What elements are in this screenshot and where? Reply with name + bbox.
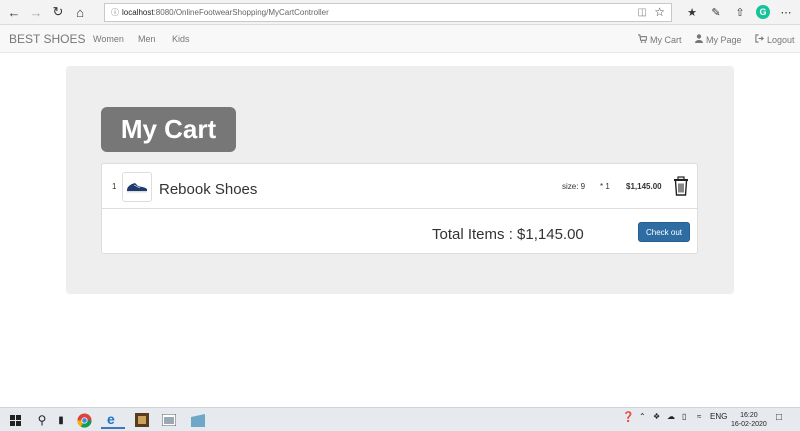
back-icon[interactable]: ← — [3, 1, 25, 23]
brand-link[interactable]: BEST SHOES — [9, 32, 85, 46]
svg-text:e: e — [107, 412, 115, 426]
cart-icon — [638, 34, 648, 45]
onedrive-icon[interactable]: ☁ — [667, 412, 675, 421]
more-icon[interactable]: ⋯ — [778, 3, 794, 21]
site-navbar: BEST SHOES Women Men Kids My Cart My Pag… — [0, 25, 800, 53]
edge-icon[interactable]: e — [101, 411, 125, 429]
item-size: size: 9 — [562, 182, 586, 191]
grammarly-icon[interactable]: G — [756, 5, 770, 19]
reading-view-icon[interactable]: ◫ — [638, 7, 647, 18]
pen-icon[interactable]: ✎ — [708, 3, 724, 21]
url-path: :8080/OnlineFootwearShopping/MyCartContr… — [153, 8, 329, 17]
checkout-button[interactable]: Check out — [638, 222, 690, 242]
shoe-icon — [127, 183, 147, 193]
cart-total: Total Items : $1,145.00 — [432, 226, 584, 243]
nav-my-page-label: My Page — [706, 34, 742, 45]
item-index: 1 — [112, 182, 117, 191]
user-icon — [695, 34, 703, 45]
clock-time: 16:20 — [740, 412, 758, 419]
nav-my-cart-label: My Cart — [650, 34, 682, 45]
row-divider — [102, 208, 697, 209]
chrome-icon[interactable] — [73, 411, 95, 429]
notifications-icon[interactable]: □ — [776, 412, 782, 423]
window-app-icon[interactable] — [158, 411, 180, 429]
dropbox-icon[interactable]: ❖ — [653, 412, 660, 421]
browser-actions: ★ ✎ ⇧ G ⋯ — [684, 3, 794, 21]
clock[interactable]: 16:20 16-02-2020 — [731, 411, 767, 429]
page-title: My Cart — [101, 107, 236, 152]
nav-men[interactable]: Men — [138, 34, 156, 44]
home-icon[interactable]: ⌂ — [69, 1, 91, 23]
cart-panel: 1 Rebook Shoes size: 9 * 1 $1,145.00 Tot… — [101, 163, 698, 254]
nav-logout[interactable]: Logout — [755, 34, 795, 45]
nav-logout-label: Logout — [767, 34, 795, 45]
item-price: $1,145.00 — [626, 182, 662, 191]
search-icon[interactable]: ⚲ — [33, 411, 51, 429]
wifi-icon[interactable]: ≈ — [697, 412, 701, 421]
favorite-star-icon[interactable]: ☆ — [654, 5, 665, 19]
trash-icon[interactable] — [672, 176, 690, 196]
battery-icon[interactable]: ▯ — [682, 412, 686, 421]
clock-date: 16-02-2020 — [731, 421, 767, 428]
refresh-icon[interactable]: ↻ — [47, 1, 69, 23]
language-indicator[interactable]: ENG — [710, 412, 727, 421]
item-quantity: * 1 — [600, 182, 610, 191]
windows-taskbar: ⚲ ▮ e ❓ ⌃ ❖ ☁ ▯ ≈ ENG 16:20 16-02-2020 □ — [0, 407, 800, 431]
item-name: Rebook Shoes — [159, 181, 258, 198]
favorites-hub-icon[interactable]: ★ — [684, 3, 700, 21]
nav-women[interactable]: Women — [93, 34, 124, 44]
product-thumbnail — [122, 172, 152, 202]
nav-kids[interactable]: Kids — [172, 34, 190, 44]
store-app-icon[interactable] — [187, 411, 209, 429]
share-icon[interactable]: ⇧ — [732, 3, 748, 21]
task-view-icon[interactable]: ▮ — [55, 411, 67, 429]
info-icon[interactable]: ⓘ — [108, 7, 122, 18]
help-icon[interactable]: ❓ — [622, 412, 634, 423]
browser-toolbar: ← → ↻ ⌂ ⓘ localhost:8080/OnlineFootwearS… — [0, 0, 800, 25]
chevron-up-icon[interactable]: ⌃ — [639, 412, 646, 421]
forward-icon[interactable]: → — [25, 1, 47, 23]
app-icon[interactable] — [131, 411, 153, 429]
address-bar[interactable]: ⓘ localhost:8080/OnlineFootwearShopping/… — [104, 3, 672, 22]
nav-my-cart[interactable]: My Cart — [638, 34, 682, 45]
logout-icon — [755, 34, 764, 45]
url-host: localhost — [122, 8, 154, 17]
start-icon[interactable] — [6, 411, 24, 429]
nav-my-page[interactable]: My Page — [695, 34, 742, 45]
